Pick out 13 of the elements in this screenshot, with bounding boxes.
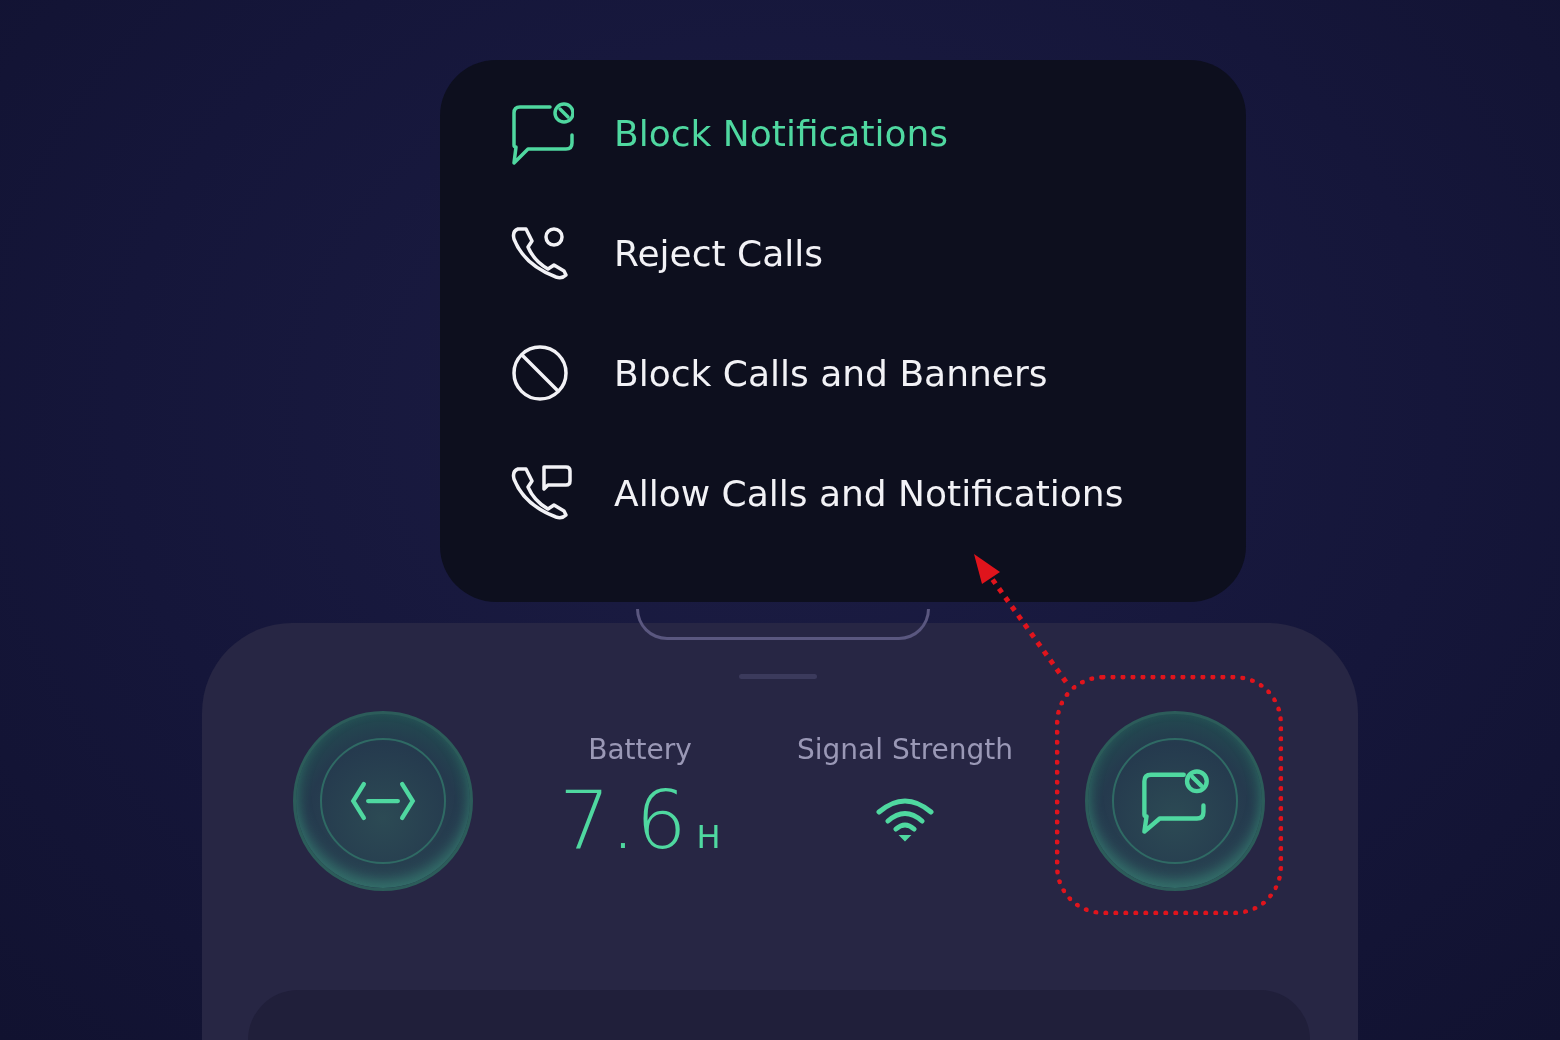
menu-item[interactable]: Allow Calls and Notifications: [510, 460, 1124, 526]
signal-label: Signal Strength: [797, 733, 1013, 766]
battery-label: Battery: [588, 733, 692, 766]
wifi-icon: [875, 796, 935, 842]
drag-handle[interactable]: [739, 674, 817, 679]
battery-unit: H: [696, 818, 721, 856]
menu-item[interactable]: Block Notifications: [510, 100, 949, 166]
brackets-icon: [349, 779, 417, 823]
menu-item[interactable]: Reject Calls: [510, 220, 823, 286]
message-icon: [510, 101, 574, 165]
menu-item[interactable]: Block Calls and Banners: [510, 340, 1048, 406]
message-icon: [1140, 766, 1210, 836]
battery-value: 7.6: [559, 774, 687, 867]
